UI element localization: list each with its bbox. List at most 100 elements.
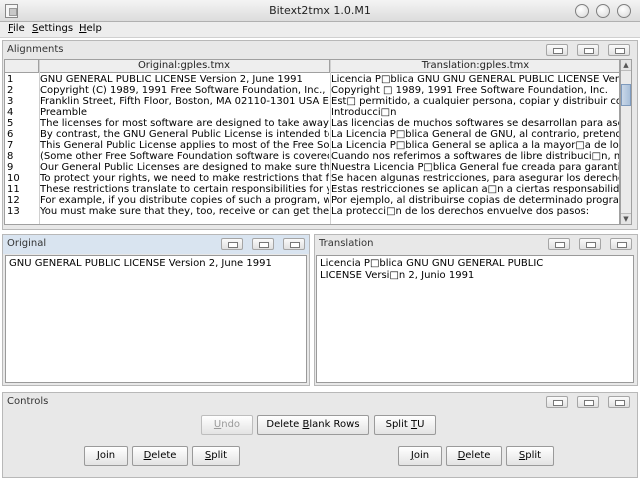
row-translation-cell: La Licencia P□blica General se aplica a … — [331, 140, 619, 151]
row-translation-cell: Copyright □ 1989, 1991 Free Software Fou… — [331, 85, 608, 96]
window-title: Bitext2tmx 1.0.M1 — [269, 4, 371, 17]
controls-title: Controls — [7, 396, 49, 407]
menu-help-label: elp — [86, 23, 102, 34]
panel-maximize-icon[interactable] — [579, 238, 601, 250]
panel-close-icon[interactable] — [283, 238, 305, 250]
table-row[interactable]: 9 Our General Public Licenses are designe… — [5, 162, 619, 173]
row-translation-cell: Por ejemplo, al distribuirse copias de d… — [331, 195, 619, 206]
panel-maximize-icon[interactable] — [252, 238, 274, 250]
column-header-translation[interactable]: Translation:gples.tmx — [330, 60, 619, 73]
menu-bar: File Settings Help — [0, 22, 640, 38]
row-original-cell: (Some other Free Software Foundation sof… — [40, 151, 329, 162]
delete-blank-rows-label-start: Delete — [266, 419, 303, 430]
panel-close-icon[interactable] — [608, 396, 630, 408]
table-row[interactable]: 5 The licenses for most software are desi… — [5, 118, 619, 129]
row-number: 4 — [7, 107, 14, 118]
minimize-icon[interactable] — [575, 4, 589, 18]
row-translation-cell: Cuando nos referimos a softwares de libr… — [331, 151, 619, 162]
delete-label: elete — [151, 450, 177, 461]
row-original-cell: By contrast, the GNU General Public Lice… — [40, 129, 329, 140]
translation-text-area[interactable]: Licencia P□blica GNU GNU GENERAL PUBLIC … — [316, 255, 634, 383]
delete-translation-button[interactable]: Delete — [446, 446, 502, 466]
row-translation-cell: Las licencias de muchos softwares se des… — [331, 118, 619, 129]
split-label: plit — [211, 450, 228, 461]
scroll-down-icon[interactable]: ▼ — [621, 213, 631, 224]
table-row[interactable]: 2 Copyright (C) 1989, 1991 Free Software … — [5, 85, 619, 96]
panel-minimize-icon[interactable] — [548, 238, 570, 250]
panel-maximize-icon[interactable] — [577, 396, 599, 408]
row-original-cell: The licenses for most software are desig… — [40, 118, 329, 129]
row-translation-cell: Nuestra Licencia P□blica General fue cre… — [331, 162, 619, 173]
alignments-table[interactable]: Original:gples.tmx Translation:gples.tmx… — [4, 59, 620, 225]
row-number: 8 — [7, 151, 14, 162]
row-translation-cell: Se hacen algunas restricciones, para ase… — [331, 173, 619, 184]
undo-button[interactable]: Undo — [201, 415, 253, 435]
delete-blank-rows-button[interactable]: Delete Blank Rows — [257, 415, 369, 435]
column-header-number[interactable] — [5, 60, 39, 73]
split-translation-button[interactable]: Split — [506, 446, 554, 466]
menu-file-label: ile — [13, 23, 25, 34]
table-row[interactable]: 1 GNU GENERAL PUBLIC LICENSE Version 2, J… — [5, 74, 619, 85]
table-row[interactable]: 6 By contrast, the GNU General Public Lic… — [5, 129, 619, 140]
menu-file[interactable]: File — [8, 23, 25, 34]
panel-minimize-icon[interactable] — [546, 396, 568, 408]
row-original-cell: For example, if you distribute copies of… — [40, 195, 329, 206]
table-row[interactable]: 13 You must make sure that they, too, rec… — [5, 206, 619, 217]
row-number: 7 — [7, 140, 14, 151]
scroll-up-icon[interactable]: ▲ — [621, 60, 631, 71]
menu-settings-label: ettings — [38, 23, 74, 34]
table-row[interactable]: 10 To protect your rights, we need to mak… — [5, 173, 619, 184]
join-original-button[interactable]: Join — [84, 446, 128, 466]
menu-help[interactable]: Help — [79, 23, 102, 34]
table-row[interactable]: 11 These restrictions translate to certai… — [5, 184, 619, 195]
split-tu-button[interactable]: Split TU — [374, 415, 436, 435]
maximize-icon[interactable] — [596, 4, 610, 18]
split-original-button[interactable]: Split — [192, 446, 240, 466]
panel-minimize-icon[interactable] — [221, 238, 243, 250]
table-row[interactable]: 8 (Some other Free Software Foundation s… — [5, 151, 619, 162]
panel-close-icon[interactable] — [608, 44, 630, 56]
row-translation-cell: La protecci□n de los derechos envuelve d… — [331, 206, 590, 217]
table-scrollbar[interactable]: ▲ ▼ — [620, 59, 632, 225]
original-text-area[interactable]: GNU GENERAL PUBLIC LICENSE Version 2, Ju… — [5, 255, 307, 383]
row-original-cell: You must make sure that they, too, recei… — [40, 206, 329, 217]
row-number: 12 — [7, 195, 20, 206]
table-row[interactable]: 4 Preamble Introducci□n — [5, 107, 619, 118]
table-row[interactable]: 3 Franklin Street, Fifth Floor, Boston, M… — [5, 96, 619, 107]
row-original-cell: Preamble — [40, 107, 88, 118]
row-original-cell: To protect your rights, we need to make … — [40, 173, 329, 184]
translation-title: Translation — [319, 238, 374, 249]
row-translation-cell: Introducci□n — [331, 107, 397, 118]
split-label: plit — [525, 450, 542, 461]
panel-close-icon[interactable] — [610, 238, 632, 250]
row-number: 10 — [7, 173, 20, 184]
title-bar: Bitext2tmx 1.0.M1 — [0, 0, 640, 22]
menu-help-mnemonic: H — [79, 23, 87, 34]
row-original-cell: Copyright (C) 1989, 1991 Free Software F… — [40, 85, 329, 96]
alignments-title: Alignments — [7, 44, 64, 55]
row-number: 9 — [7, 162, 14, 173]
delete-label: elete — [465, 450, 491, 461]
join-label: oin — [413, 450, 430, 461]
row-original-cell: This General Public License applies to m… — [40, 140, 329, 151]
panel-maximize-icon[interactable] — [577, 44, 599, 56]
scroll-thumb[interactable] — [621, 84, 631, 106]
row-number: 1 — [7, 74, 14, 85]
column-header-original[interactable]: Original:gples.tmx — [39, 60, 330, 73]
join-label: oin — [99, 450, 116, 461]
menu-settings[interactable]: Settings — [32, 23, 73, 34]
close-icon[interactable] — [617, 4, 631, 18]
table-row[interactable]: 7 This General Public License applies to … — [5, 140, 619, 151]
row-original-cell: Franklin Street, Fifth Floor, Boston, MA… — [40, 96, 329, 107]
delete-blank-rows-label-end: lank Rows — [309, 419, 360, 430]
panel-minimize-icon[interactable] — [546, 44, 568, 56]
row-number: 13 — [7, 206, 20, 217]
row-original-cell: GNU GENERAL PUBLIC LICENSE Version 2, Ju… — [40, 74, 303, 85]
row-number: 11 — [7, 184, 20, 195]
delete-original-button[interactable]: Delete — [132, 446, 188, 466]
table-row[interactable]: 12 For example, if you distribute copies … — [5, 195, 619, 206]
row-number: 3 — [7, 96, 14, 107]
row-translation-cell: Licencia P□blica GNU GNU GENERAL PUBLIC … — [331, 74, 619, 85]
join-translation-button[interactable]: Join — [398, 446, 442, 466]
undo-label: ndo — [221, 419, 241, 430]
